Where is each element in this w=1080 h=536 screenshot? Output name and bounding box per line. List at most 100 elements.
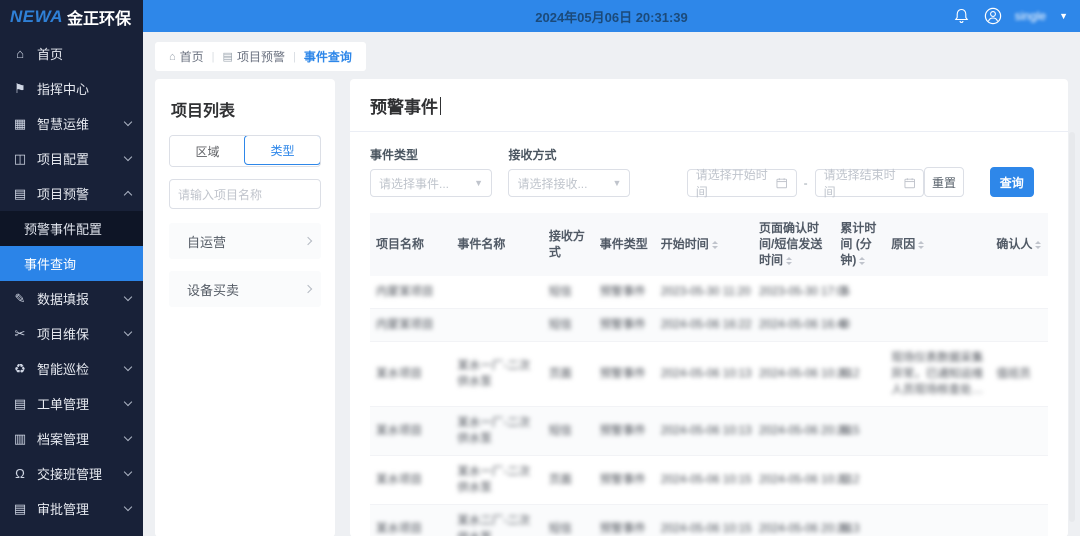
- cell-confirmer: [990, 505, 1048, 536]
- event-type-select[interactable]: 请选择事件... ▼: [370, 169, 492, 197]
- sort-icon[interactable]: [712, 241, 718, 249]
- cell-text: 某水项目: [376, 474, 422, 486]
- sidebar-item-project-maintenance[interactable]: ✂项目维保: [0, 316, 143, 351]
- cell-confirmer: [990, 407, 1048, 456]
- project-list-title: 项目列表: [171, 97, 321, 121]
- sidebar-subitem-alert-event-config[interactable]: 预警事件配置: [0, 211, 143, 246]
- cell-confirmer: 值班员: [990, 341, 1048, 406]
- cell-receive: 短信: [543, 407, 594, 456]
- sidebar-item-archive[interactable]: ▥档案管理: [0, 421, 143, 456]
- column-header-start[interactable]: 开始时间: [655, 213, 753, 276]
- sidebar-item-label: 交接班管理: [37, 464, 125, 483]
- chevron-down-icon: ▼: [613, 178, 622, 188]
- tree-item[interactable]: 自运营: [169, 223, 321, 259]
- cell-text: 预警事件: [600, 523, 646, 535]
- sidebar-item-label: 项目配置: [37, 149, 125, 168]
- sidebar-item-smart-inspection[interactable]: ♻智能巡检: [0, 351, 143, 386]
- sidebar-item-label: 智慧运维: [37, 114, 125, 133]
- cell-text: 2024-05-06 10:20: [759, 368, 850, 380]
- avatar-icon[interactable]: [984, 7, 1002, 25]
- breadcrumb-item[interactable]: ▤项目预警: [223, 48, 285, 65]
- username-text[interactable]: single: [1015, 9, 1046, 23]
- cell-text: 2024-05-06 16:22: [661, 319, 752, 331]
- tab-区域[interactable]: 区域: [170, 136, 245, 166]
- cell-total: 615: [834, 407, 885, 456]
- events-table: 项目名称事件名称接收方式事件类型开始时间页面确认时间/短信发送时间累计时间 (分…: [370, 213, 1048, 536]
- cell-total: 3: [834, 276, 885, 309]
- tree-item[interactable]: 设备买卖: [169, 271, 321, 307]
- sidebar-item-work-order[interactable]: ▤工单管理: [0, 386, 143, 421]
- cell-reason: 现场仪表数据采集异常，已通知运维人员现场核查处理（处理中）。: [885, 341, 990, 406]
- cell-confirm: 2024-05-06 20:28: [753, 505, 834, 536]
- end-time-picker[interactable]: 请选择结束时间: [815, 169, 925, 197]
- receive-method-select[interactable]: 请选择接收... ▼: [508, 169, 630, 197]
- search-button[interactable]: 查询: [990, 167, 1035, 197]
- topbar-right: single ▼: [953, 7, 1080, 25]
- cell-text: 612: [840, 368, 859, 380]
- breadcrumb-item[interactable]: 事件查询: [304, 48, 352, 65]
- column-header-total[interactable]: 累计时间 (分钟): [834, 213, 885, 276]
- bell-icon[interactable]: [953, 7, 971, 25]
- sidebar-item-project-config[interactable]: ◫ 项目配置: [0, 141, 143, 176]
- flag-icon: ⚑: [12, 81, 28, 97]
- sidebar-item-label: 指挥中心: [37, 79, 131, 98]
- reset-button[interactable]: 重置: [924, 167, 963, 197]
- cell-confirm: 2024-05-06 20:28: [753, 407, 834, 456]
- receive-method-filter: 接收方式 请选择接收... ▼: [508, 146, 630, 197]
- cell-text: 预警事件: [600, 286, 646, 298]
- column-header-label: 累计时间 (分钟): [840, 221, 876, 267]
- column-header-reason[interactable]: 原因: [885, 213, 990, 276]
- cell-text: 预警事件: [600, 425, 646, 437]
- sidebar-item-approval[interactable]: ▤审批管理: [0, 491, 143, 526]
- cell-text: 2024-05-06 10:13: [661, 368, 752, 380]
- sort-icon[interactable]: [786, 257, 792, 265]
- sort-icon[interactable]: [918, 241, 924, 249]
- chevron-up-icon: [124, 191, 132, 199]
- cell-text: 预警事件: [600, 319, 646, 331]
- column-header-confirm[interactable]: 页面确认时间/短信发送时间: [753, 213, 834, 276]
- tab-类型[interactable]: 类型: [244, 135, 321, 165]
- start-time-picker[interactable]: 请选择开始时间: [687, 169, 797, 197]
- sidebar-item-label: 智能巡检: [37, 359, 125, 378]
- sort-icon[interactable]: [1035, 241, 1041, 249]
- sidebar-item-home[interactable]: ⌂首页: [0, 36, 143, 71]
- cell-receive: 短信: [543, 308, 594, 341]
- monitor-icon: ◫: [12, 151, 28, 167]
- cell-start: 2024-05-06 10:15: [655, 505, 753, 536]
- cell-type: 预警事件: [594, 407, 655, 456]
- cell-reason: [885, 456, 990, 505]
- cell-confirmer: [990, 308, 1048, 341]
- chevron-down-icon: [124, 468, 132, 476]
- workorder-icon: ▤: [12, 396, 28, 412]
- tools-icon: ✂: [12, 326, 28, 342]
- user-dropdown-caret-icon[interactable]: ▼: [1059, 11, 1068, 21]
- project-tree: 自运营设备买卖: [169, 223, 321, 307]
- topbar: 2024年05月06日 20:31:39 single ▼: [143, 0, 1080, 32]
- cell-text: 短信: [549, 523, 572, 535]
- sidebar-item-smart-ops[interactable]: ▦智慧运维: [0, 106, 143, 141]
- vertical-scrollbar[interactable]: [1069, 132, 1075, 522]
- sidebar-item-data-report[interactable]: ✎数据填报: [0, 281, 143, 316]
- chevron-down-icon: [124, 363, 132, 371]
- alert-events-panel: 预警事件 事件类型 请选择事件... ▼ 接收方式 请选择接收...: [350, 79, 1068, 536]
- sidebar-item-project-alert[interactable]: ▤项目预警: [0, 176, 143, 211]
- cell-receive: 短信: [543, 505, 594, 536]
- project-search-input[interactable]: 请输入项目名称: [169, 179, 321, 209]
- chevron-right-icon: [304, 285, 312, 293]
- cell-text: 某水一厂-二次供水泵: [457, 466, 530, 494]
- breadcrumb-item[interactable]: ⌂首页: [169, 48, 204, 65]
- sidebar-item-shift-management[interactable]: Ω 交接班管理: [0, 456, 143, 491]
- chevron-down-icon: ▼: [474, 178, 483, 188]
- column-header-label: 确认人: [996, 237, 1032, 251]
- sidebar-subitem-event-query[interactable]: 事件查询: [0, 246, 143, 281]
- cell-confirm: 2024-05-06 10:20: [753, 341, 834, 406]
- sidebar-item-command-center[interactable]: ⚑ 指挥中心: [0, 71, 143, 106]
- person-icon: Ω: [12, 466, 28, 481]
- breadcrumb-label: 首页: [180, 48, 204, 65]
- cell-text: 某水项目: [376, 368, 422, 380]
- cell-start: 2023-05-30 11:20: [655, 276, 753, 309]
- sort-icon[interactable]: [859, 257, 865, 265]
- chevron-down-icon: [124, 433, 132, 441]
- column-header-confirmer[interactable]: 确认人: [990, 213, 1048, 276]
- sidebar-item-label: 审批管理: [37, 499, 125, 518]
